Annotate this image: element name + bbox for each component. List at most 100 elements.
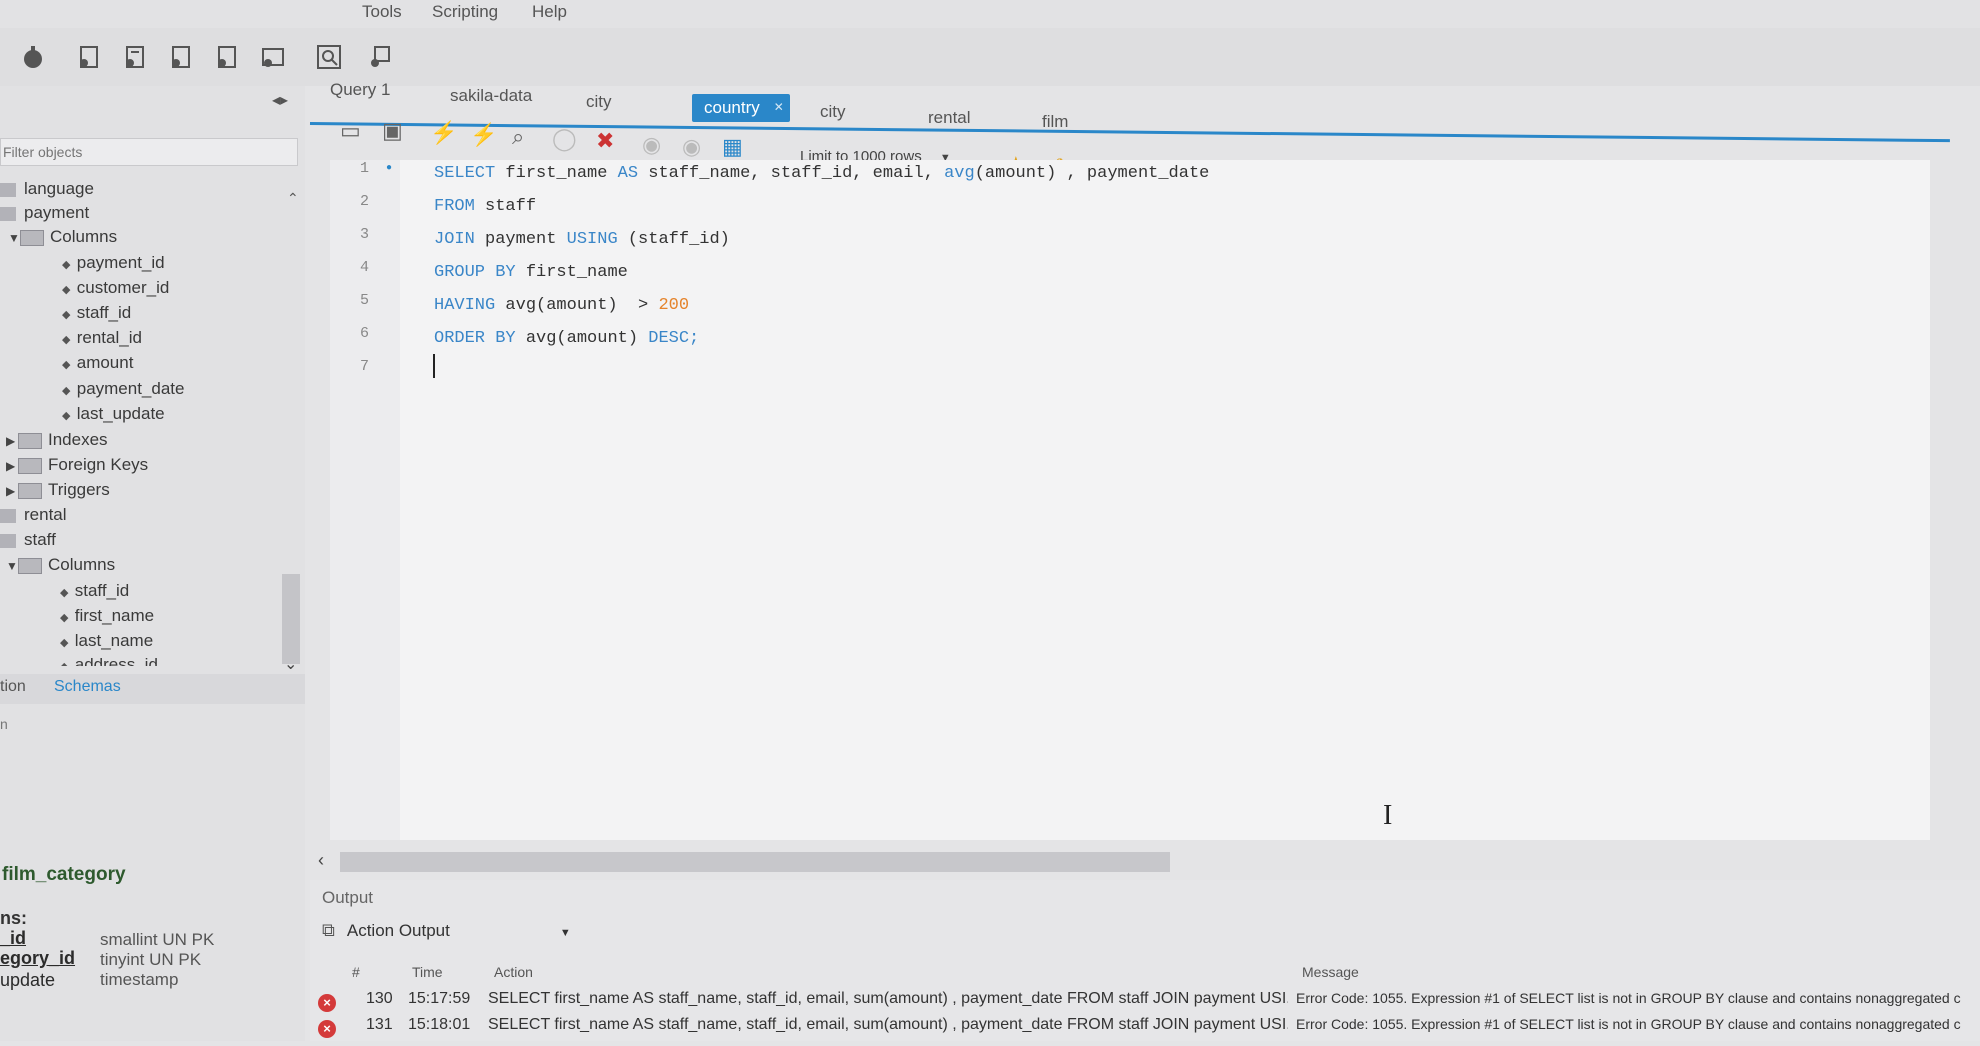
- schema-filter-input[interactable]: [1, 139, 285, 165]
- output-type-select[interactable]: ⧉ Action Output ▼: [322, 920, 571, 941]
- navigator-sidebar: ◂▸ language ⌃ payment ▼Columns ◆ payment…: [0, 86, 305, 1041]
- row-time: 15:18:01: [408, 1016, 471, 1033]
- tree-column[interactable]: ◆ last_update: [62, 403, 165, 425]
- sidebar-scrollbar-thumb[interactable]: [282, 574, 300, 664]
- tree-table-payment[interactable]: payment: [0, 202, 89, 224]
- tree-column[interactable]: ◆ first_name: [60, 605, 154, 627]
- row-message: Error Code: 1055. Expression #1 of SELEC…: [1296, 990, 1961, 1006]
- column-diamond-icon: ◆: [62, 334, 71, 346]
- tree-staff-columns[interactable]: ▼ Columns: [6, 554, 115, 576]
- autocommit-icon[interactable]: ▦: [722, 134, 743, 160]
- info-column-type: timestamp: [100, 970, 179, 989]
- row-message: Error Code: 1055. Expression #1 of SELEC…: [1296, 1016, 1961, 1032]
- sidebar-tab-bar: tion Schemas: [0, 674, 305, 704]
- ibeam-cursor-icon: I: [1383, 800, 1393, 831]
- tree-indexes[interactable]: ▶ Indexes: [6, 429, 108, 451]
- tree-column[interactable]: ◆ staff_id: [62, 302, 131, 324]
- code-line: HAVING avg(amount) > 200: [434, 296, 690, 315]
- tree-column[interactable]: ◆ amount: [62, 352, 133, 374]
- copy-icon[interactable]: ⧉: [322, 920, 335, 940]
- tab-query-1[interactable]: Query 1: [320, 76, 400, 104]
- expanded-arrow-icon[interactable]: ▼: [8, 227, 20, 249]
- editor-toolbar: ▭ ▣ ⚡ ⚡ ⌕ ◯ ✖ ◉ ◉ ▦ Limit to 1000 rows ▼…: [330, 118, 1230, 184]
- tree-column[interactable]: ◆ staff_id: [60, 580, 129, 602]
- info-column-type: tinyint UN PK: [100, 950, 202, 969]
- line-number: 7: [360, 358, 370, 375]
- save-icon[interactable]: ▣: [382, 118, 403, 144]
- sidebar-scroll-up-icon[interactable]: ⌃: [287, 190, 299, 207]
- row-time: 15:17:59: [408, 990, 471, 1007]
- column-diamond-icon: ◆: [62, 410, 71, 422]
- folder-icon: [18, 482, 42, 499]
- expanded-arrow-icon[interactable]: ▼: [6, 555, 18, 577]
- folder-icon: [20, 229, 44, 246]
- folder-icon: [18, 432, 42, 449]
- explain-icon[interactable]: ⌕: [512, 124, 524, 150]
- sidebar-collapse-icon[interactable]: ◂▸: [272, 90, 288, 110]
- menu-help[interactable]: Help: [532, 2, 567, 22]
- output-header: Output: [322, 888, 374, 907]
- tree-foreign-keys[interactable]: ▶ Foreign Keys: [6, 454, 148, 476]
- row-action: SELECT first_name AS staff_name, staff_i…: [488, 990, 1288, 1007]
- column-header-action: Action: [494, 964, 533, 980]
- tree-column[interactable]: ◆ rental_id: [62, 327, 142, 349]
- column-diamond-icon: ◆: [60, 637, 69, 649]
- folder-icon: [18, 457, 42, 474]
- editor-horizontal-scrollbar[interactable]: ‹: [310, 850, 1910, 872]
- tree-column[interactable]: ◆ customer_id: [62, 277, 169, 299]
- tree-table-language[interactable]: language: [0, 178, 94, 200]
- column-diamond-icon: ◆: [62, 284, 71, 296]
- collapsed-arrow-icon[interactable]: ▶: [6, 480, 18, 502]
- tab-administration[interactable]: tion: [0, 678, 26, 696]
- tree-column[interactable]: ◆ last_name: [60, 630, 153, 652]
- column-diamond-icon: ◆: [62, 309, 71, 321]
- search-table-data-icon[interactable]: [314, 42, 344, 72]
- collapsed-arrow-icon[interactable]: ▶: [6, 455, 18, 477]
- scrollbar-thumb[interactable]: [340, 852, 1170, 872]
- stop-icon[interactable]: ◯: [552, 126, 577, 152]
- table-icon: [0, 206, 16, 221]
- tree-triggers[interactable]: ▶ Triggers: [6, 479, 110, 501]
- line-number: 3: [360, 226, 370, 243]
- scroll-left-icon[interactable]: ‹: [318, 850, 324, 871]
- execute-current-icon[interactable]: ⚡: [470, 122, 497, 148]
- create-table-icon[interactable]: [258, 42, 288, 72]
- code-line: GROUP BY first_name: [434, 263, 628, 282]
- rollback-icon[interactable]: ◉: [682, 134, 701, 160]
- reconnect-icon[interactable]: [366, 42, 396, 72]
- tree-table-staff[interactable]: staff: [0, 529, 56, 551]
- tree-payment-columns[interactable]: ▼ Columns: [8, 226, 117, 248]
- code-line: JOIN payment USING (staff_id): [434, 230, 730, 249]
- tab-city[interactable]: city: [576, 88, 622, 116]
- sql-editor[interactable]: 1 ● 2 3 4 5 6 7 SELECT first_name AS sta…: [330, 160, 1930, 840]
- collapsed-arrow-icon[interactable]: ▶: [6, 430, 18, 452]
- tree-column[interactable]: ◆ payment_date: [62, 378, 184, 400]
- tree-column[interactable]: ◆ address_id: [60, 654, 158, 666]
- create-schema-icon[interactable]: [212, 42, 242, 72]
- column-diamond-icon: ◆: [62, 259, 71, 271]
- inspector-icon[interactable]: [166, 42, 196, 72]
- menu-tools[interactable]: Tools: [362, 2, 402, 22]
- tab-close-icon[interactable]: ✕: [774, 100, 784, 114]
- toggle-error-icon[interactable]: ✖: [596, 128, 614, 154]
- text-cursor: [433, 354, 435, 378]
- row-number: 131: [366, 1016, 393, 1033]
- menu-scripting[interactable]: Scripting: [432, 2, 498, 22]
- tree-column[interactable]: ◆ payment_id: [62, 252, 165, 274]
- tab-sakila-data[interactable]: sakila-data: [440, 82, 542, 110]
- output-panel: Output ⧉ Action Output ▼ # Time Action Mes…: [310, 880, 1980, 1041]
- column-header-number: #: [352, 964, 360, 980]
- sidebar-scroll-down-icon[interactable]: ⌄: [284, 654, 297, 674]
- schema-filter: [0, 138, 298, 166]
- tab-schemas[interactable]: Schemas: [54, 678, 121, 696]
- tree-table-rental[interactable]: rental: [0, 504, 67, 526]
- new-sql-tab-icon[interactable]: [74, 42, 104, 72]
- open-sql-script-icon[interactable]: [120, 42, 150, 72]
- code-line: ORDER BY avg(amount) DESC;: [434, 329, 700, 348]
- line-number: 4: [360, 259, 370, 276]
- commit-icon[interactable]: ◉: [642, 132, 661, 158]
- execute-icon[interactable]: ⚡: [430, 120, 457, 146]
- table-icon: [0, 182, 16, 197]
- new-connection-icon[interactable]: [18, 42, 48, 72]
- open-file-icon[interactable]: ▭: [340, 118, 361, 144]
